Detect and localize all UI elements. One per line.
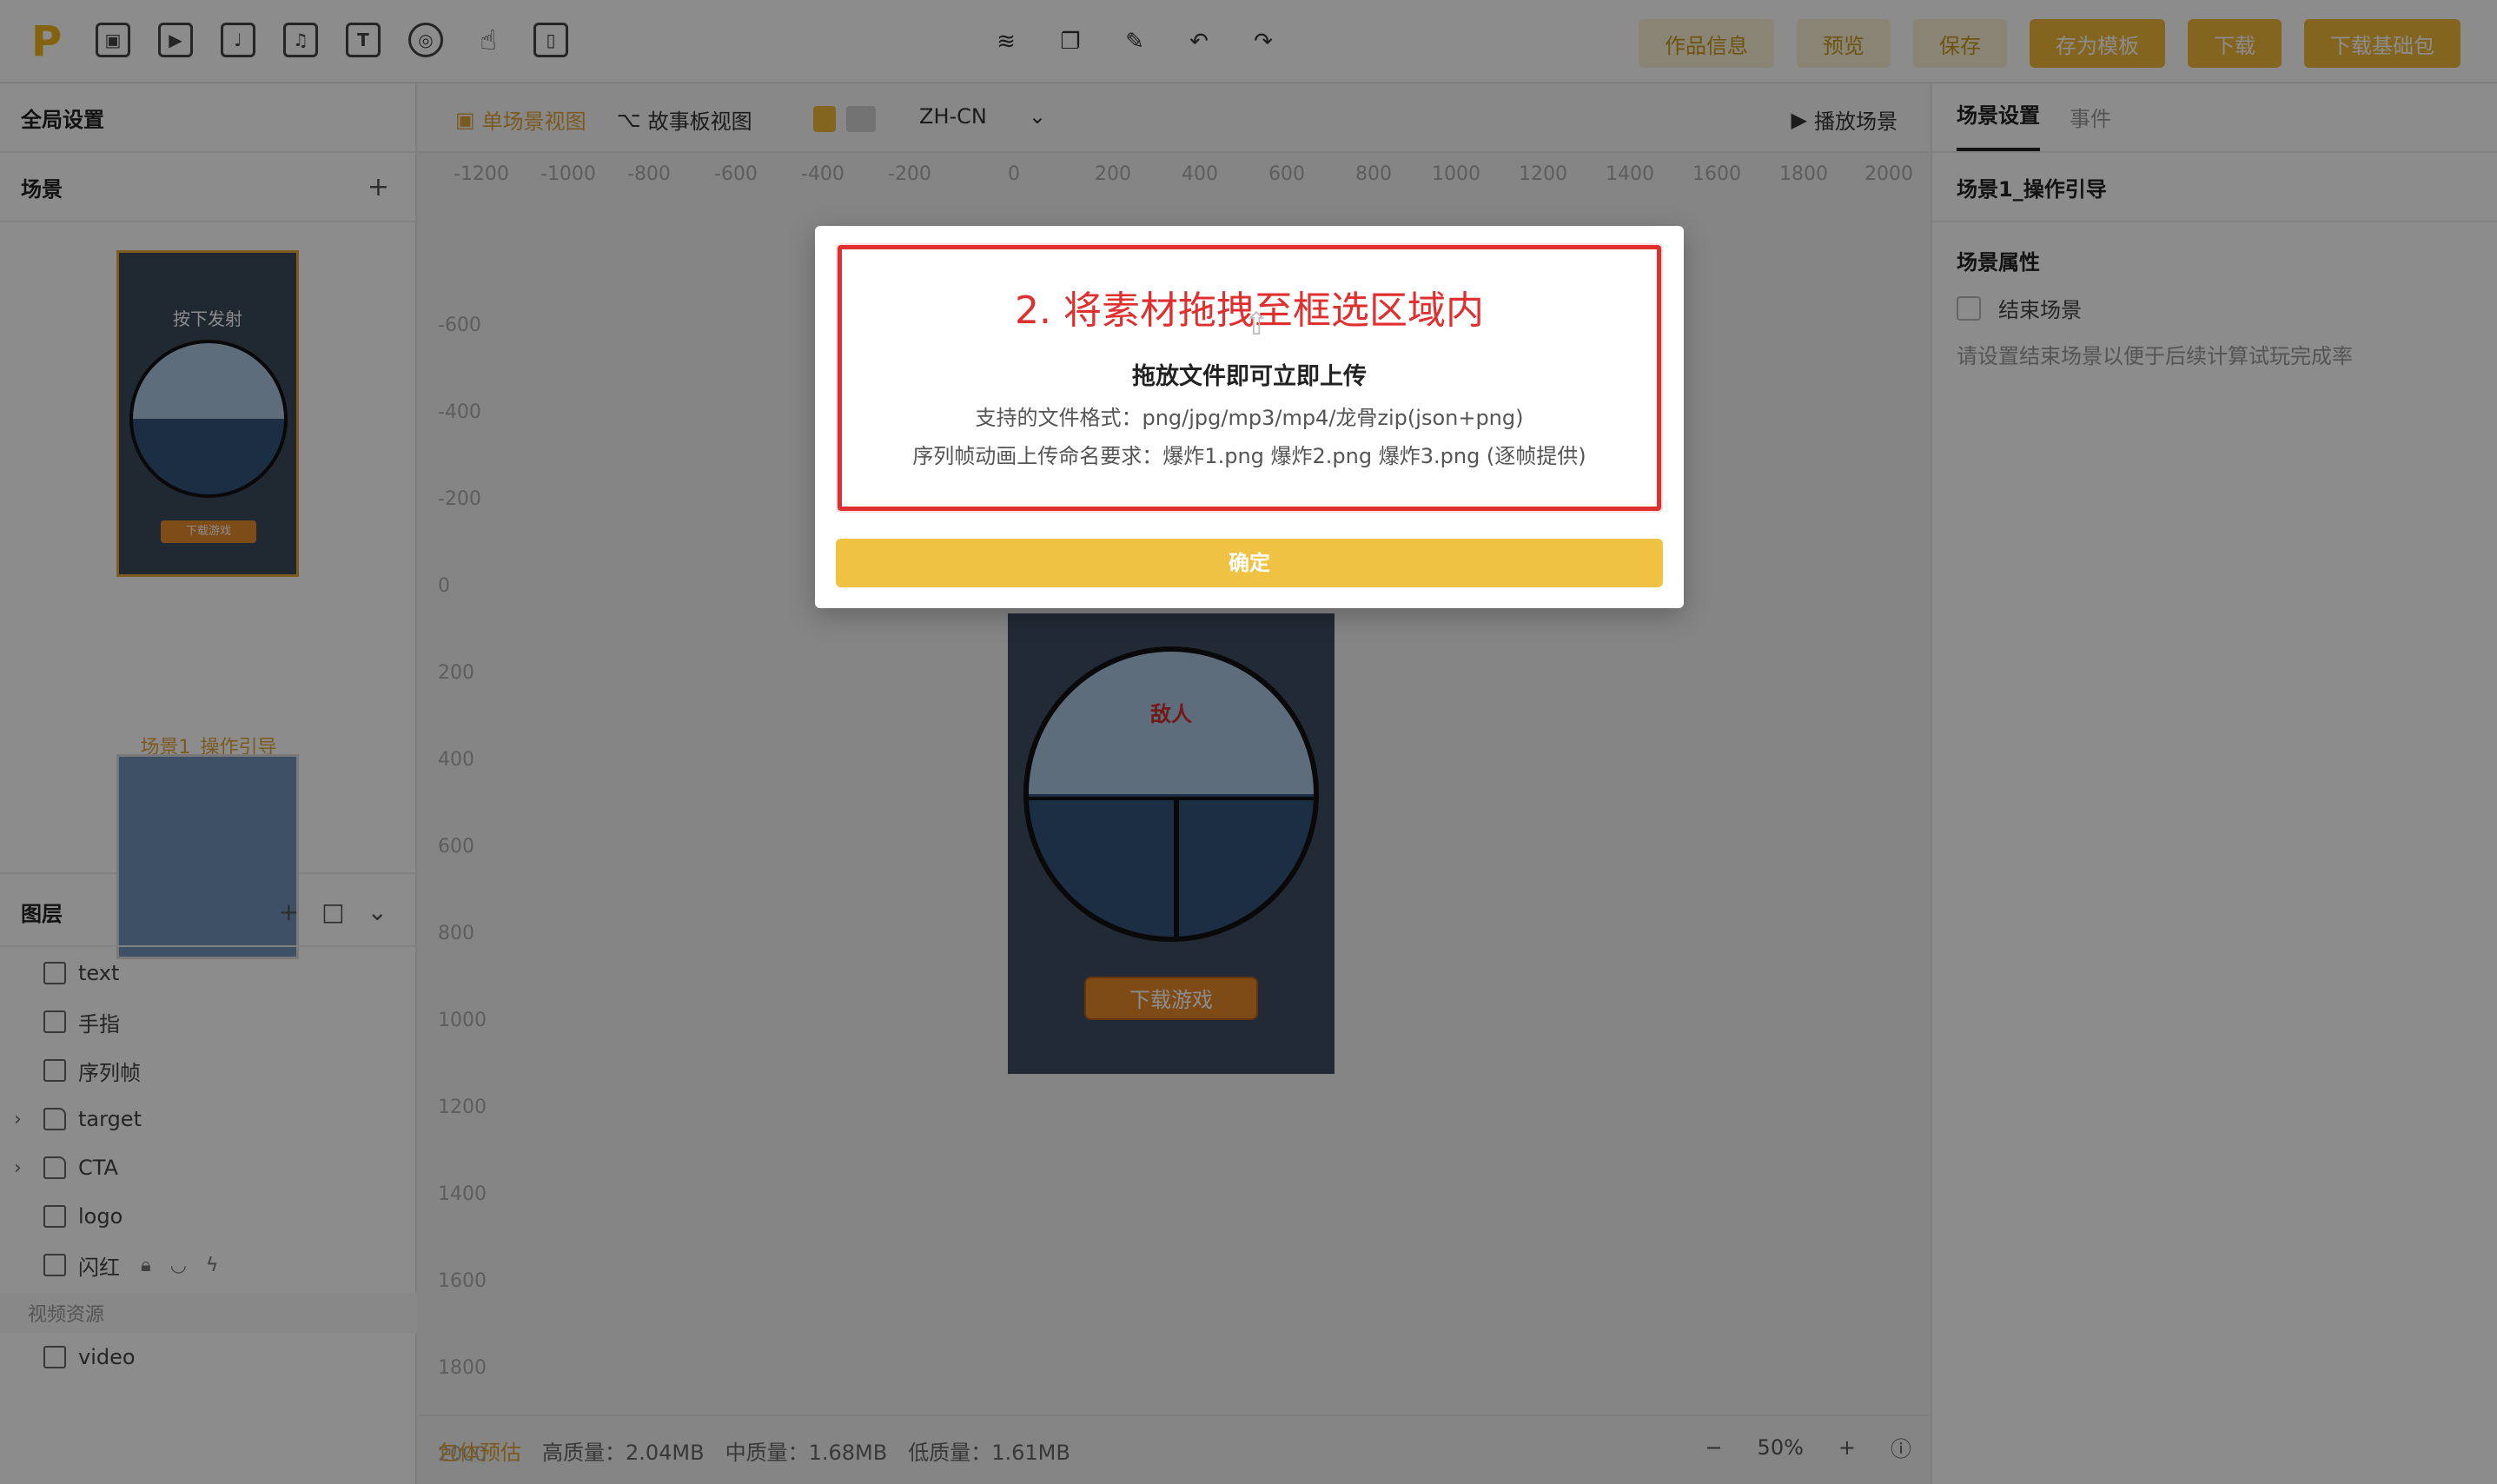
modal-overlay[interactable]	[0, 0, 2497, 1484]
dropzone-title: 拖放文件即可立即上传	[1132, 363, 1367, 390]
upload-icon: ⇧	[1243, 307, 1270, 342]
supported-formats: 支持的文件格式：png/jpg/mp3/mp4/龙骨zip(json+png)	[975, 406, 1524, 430]
naming-requirement: 序列帧动画上传命名要求：爆炸1.png 爆炸2.png 爆炸3.png (逐帧提…	[912, 444, 1586, 468]
upload-dropzone[interactable]: 2. 将素材拖拽至框选区域内 ⇧ 拖放文件即可立即上传 支持的文件格式：png/…	[838, 245, 1661, 511]
confirm-button[interactable]: 确定	[836, 539, 1663, 587]
upload-modal: 2. 将素材拖拽至框选区域内 ⇧ 拖放文件即可立即上传 支持的文件格式：png/…	[815, 226, 1684, 608]
